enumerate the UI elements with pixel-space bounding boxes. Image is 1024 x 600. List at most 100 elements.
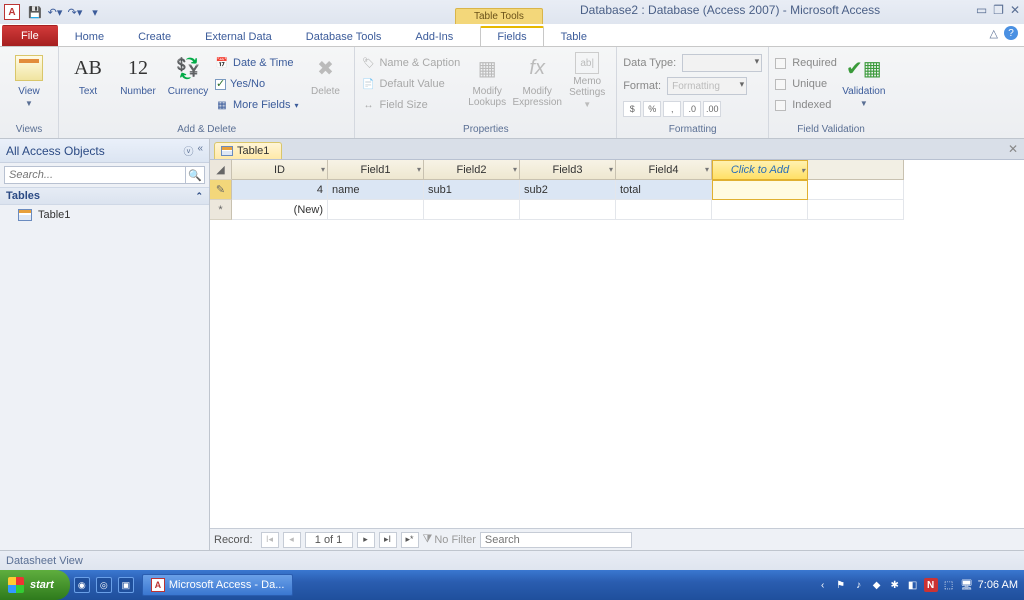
- next-record-button[interactable]: ▸: [357, 532, 375, 548]
- quick-launch-3-icon[interactable]: ▣: [118, 577, 134, 593]
- chevron-down-icon[interactable]: ▾: [801, 166, 805, 175]
- quick-launch-1-icon[interactable]: ◉: [74, 577, 90, 593]
- column-header-field2[interactable]: Field2▾: [424, 160, 520, 180]
- select-all-cell[interactable]: ◢: [210, 160, 232, 180]
- view-label: View: [18, 86, 40, 97]
- prev-record-button[interactable]: ◂: [283, 532, 301, 548]
- tab-table[interactable]: Table: [544, 26, 604, 46]
- chevron-down-icon[interactable]: ▾: [321, 165, 325, 174]
- system-tray: ‹ ⚑ ♪ ◆ ✱ ◧ N ⬚ 🖥 7:06 AM: [816, 578, 1024, 592]
- column-header-id[interactable]: ID▾: [232, 160, 328, 180]
- cell-add[interactable]: [712, 180, 808, 200]
- tray-icon-6[interactable]: ⬚: [942, 578, 956, 592]
- column-header-field4[interactable]: Field4▾: [616, 160, 712, 180]
- tray-icon-n[interactable]: N: [924, 578, 938, 592]
- cell-new-id[interactable]: (New): [232, 200, 328, 220]
- save-icon[interactable]: 💾: [26, 3, 44, 21]
- cell-field2[interactable]: sub1: [424, 180, 520, 200]
- record-position[interactable]: 1 of 1: [305, 532, 353, 548]
- minimize-button[interactable]: ▭: [976, 3, 987, 17]
- tray-icon-1[interactable]: ⚑: [834, 578, 848, 592]
- tray-icon-3[interactable]: ◆: [870, 578, 884, 592]
- chevron-down-icon[interactable]: ▾: [513, 165, 517, 174]
- start-label: start: [30, 579, 54, 591]
- group-properties: 🏷Name & Caption 📄Default Value ↔Field Si…: [355, 47, 617, 138]
- cell-id[interactable]: 4: [232, 180, 328, 200]
- tab-database-tools[interactable]: Database Tools: [289, 26, 399, 46]
- tray-expand-icon[interactable]: ‹: [816, 578, 830, 592]
- tab-fields[interactable]: Fields: [480, 26, 543, 46]
- tray-icon-2[interactable]: ♪: [852, 578, 866, 592]
- date-time-button[interactable]: 📅Date & Time: [215, 53, 298, 73]
- qat-customize-icon[interactable]: ▾: [86, 3, 104, 21]
- cell-new-f4[interactable]: [616, 200, 712, 220]
- tray-icon-5[interactable]: ◧: [906, 578, 920, 592]
- record-navigator: Record: I◂ ◂ 1 of 1 ▸ ▸I ▸* ⧩No Filter: [210, 528, 1024, 550]
- default-value-icon: 📄: [361, 77, 375, 91]
- cell-new-add[interactable]: [712, 200, 808, 220]
- datasheet[interactable]: ◢ ID▾ Field1▾ Field2▾ Field3▾ Field4▾ Cl…: [210, 160, 1024, 528]
- cell-field3[interactable]: sub2: [520, 180, 616, 200]
- app-icon[interactable]: A: [4, 4, 20, 20]
- tab-create[interactable]: Create: [121, 26, 188, 46]
- tab-external-data[interactable]: External Data: [188, 26, 289, 46]
- nav-search-input[interactable]: [4, 166, 185, 184]
- nav-dropdown-icon[interactable]: ⓥ: [183, 143, 193, 158]
- chevron-down-icon[interactable]: ▾: [609, 165, 613, 174]
- date-time-label: Date & Time: [233, 57, 294, 69]
- filter-indicator[interactable]: ⧩No Filter: [423, 533, 476, 546]
- tab-home[interactable]: Home: [58, 26, 121, 46]
- column-header-field3[interactable]: Field3▾: [520, 160, 616, 180]
- nav-group-tables[interactable]: Tables ⌃: [0, 187, 209, 205]
- cell-new-f1[interactable]: [328, 200, 424, 220]
- navigation-pane: All Access Objects ⓥ« 🔍 Tables ⌃ Table1: [0, 139, 210, 550]
- number-field-button[interactable]: 12Number: [115, 49, 161, 97]
- fx-icon: fx: [521, 52, 553, 84]
- help-icon[interactable]: ?: [1004, 26, 1018, 40]
- column-header-field1[interactable]: Field1▾: [328, 160, 424, 180]
- nav-collapse-icon[interactable]: «: [197, 143, 203, 158]
- record-search-input[interactable]: [480, 532, 632, 548]
- more-fields-button[interactable]: ▦More Fields ▾: [215, 95, 298, 115]
- cell-field4[interactable]: total: [616, 180, 712, 200]
- first-record-button[interactable]: I◂: [261, 532, 279, 548]
- nav-header[interactable]: All Access Objects ⓥ«: [0, 139, 209, 163]
- windows-logo-icon: [8, 577, 24, 593]
- cell-new-f2[interactable]: [424, 200, 520, 220]
- redo-icon[interactable]: ↷▾: [66, 3, 84, 21]
- undo-icon[interactable]: ↶▾: [46, 3, 64, 21]
- clock[interactable]: 7:06 AM: [978, 579, 1018, 591]
- search-icon[interactable]: 🔍: [185, 166, 205, 184]
- tab-file[interactable]: File: [2, 25, 58, 46]
- new-record-button[interactable]: ▸*: [401, 532, 419, 548]
- chevron-down-icon[interactable]: ▾: [705, 165, 709, 174]
- validation-button[interactable]: ✔▦Validation▼: [841, 49, 887, 108]
- start-button[interactable]: start: [0, 570, 70, 600]
- row-selector-editing[interactable]: ✎: [210, 180, 232, 200]
- quick-launch-2-icon[interactable]: ◎: [96, 577, 112, 593]
- restore-button[interactable]: ❐: [993, 3, 1004, 17]
- format-label: Format:: [623, 80, 661, 92]
- cell-field1[interactable]: name: [328, 180, 424, 200]
- task-button-access[interactable]: A Microsoft Access - Da...: [142, 574, 294, 596]
- document-tab-table1[interactable]: Table1: [214, 142, 282, 159]
- text-field-button[interactable]: ABText: [65, 49, 111, 97]
- view-button[interactable]: View ▼: [6, 49, 52, 108]
- group-formatting: Data Type: Format:Formatting $ % , .0 .0…: [617, 47, 769, 138]
- chevron-down-icon[interactable]: ▾: [417, 165, 421, 174]
- collapse-group-icon[interactable]: ⌃: [195, 191, 203, 202]
- row-selector-new[interactable]: *: [210, 200, 232, 220]
- last-record-button[interactable]: ▸I: [379, 532, 397, 548]
- yes-no-button[interactable]: Yes/No: [215, 74, 298, 94]
- close-button[interactable]: ✕: [1010, 3, 1020, 17]
- cell-new-f3[interactable]: [520, 200, 616, 220]
- tray-icon-4[interactable]: ✱: [888, 578, 902, 592]
- tab-addins[interactable]: Add-Ins: [398, 26, 470, 46]
- nav-item-table1[interactable]: Table1: [0, 205, 209, 225]
- ribbon-min-icon[interactable]: △: [990, 27, 998, 40]
- tray-icon-7[interactable]: 🖥: [960, 578, 974, 592]
- column-header-add[interactable]: Click to Add▾: [712, 160, 808, 180]
- close-document-icon[interactable]: ✕: [1008, 142, 1018, 156]
- currency-field-button[interactable]: 💱Currency: [165, 49, 211, 97]
- delete-label: Delete: [311, 86, 340, 97]
